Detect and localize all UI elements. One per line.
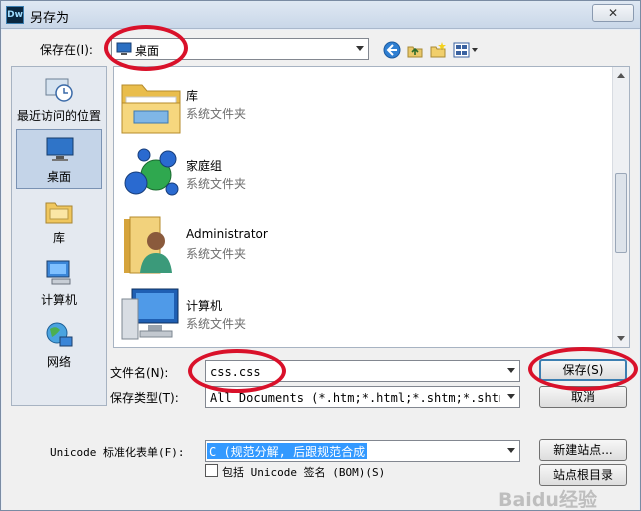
view-menu-icon[interactable]: [453, 41, 481, 59]
file-type: 系统文件夹: [186, 107, 247, 121]
list-item[interactable]: 家庭组 系统文件夹: [118, 141, 604, 211]
scroll-down-icon[interactable]: [617, 336, 625, 341]
bom-checkbox[interactable]: [205, 464, 218, 477]
desktop-icon: [46, 137, 74, 161]
place-network-label: 网络: [46, 355, 71, 369]
filetype-label: 保存类型(T):: [110, 391, 179, 405]
homegroup-icon: [124, 148, 179, 196]
file-type: 系统文件夹: [186, 177, 247, 191]
file-name: 家庭组: [186, 159, 223, 173]
scroll-up-icon[interactable]: [617, 73, 625, 78]
file-type: 系统文件夹: [186, 247, 247, 261]
annotation-circle-save: [528, 347, 638, 391]
places-bar: 最近访问的位置 桌面 库 计算机 网络: [11, 66, 107, 406]
save-as-dialog: Dw 另存为 ✕ 保存在(I): 桌面 最近访问的位置 桌面 库 计算机 网络 …: [0, 0, 641, 511]
library-folder-icon: [121, 84, 181, 134]
library-icon: [45, 202, 73, 224]
recent-places-icon: [45, 78, 73, 102]
place-network[interactable]: 网络: [16, 315, 102, 375]
new-site-button[interactable]: 新建站点...: [539, 439, 627, 461]
file-name: 库: [186, 89, 199, 103]
place-recent[interactable]: 最近访问的位置: [16, 69, 102, 129]
chevron-down-icon: [507, 448, 515, 453]
unicode-dropdown[interactable]: C (规范分解, 后跟规范合成): [205, 440, 520, 462]
window-title: 另存为: [30, 11, 70, 26]
watermark: Baidu经验: [498, 489, 597, 511]
computer-icon: [121, 288, 179, 340]
file-list: 库 系统文件夹 家庭组 系统文件夹 Administrator 系统文件夹 计算…: [113, 66, 630, 348]
unicode-label: Unicode 标准化表单(F):: [50, 446, 185, 459]
save-in-label: 保存在(I):: [40, 43, 93, 57]
file-name: Administrator: [186, 227, 268, 241]
place-desktop-label: 桌面: [46, 170, 71, 184]
computer-icon: [46, 260, 71, 285]
close-button[interactable]: ✕: [592, 4, 634, 22]
user-folder-icon: [124, 216, 172, 274]
list-item[interactable]: 计算机 系统文件夹: [118, 281, 604, 347]
chevron-down-icon: [507, 394, 515, 399]
dreamweaver-app-icon: Dw: [6, 6, 24, 24]
filetype-value: All Documents (*.htm;*.html;*.shtm;*.sht…: [210, 391, 500, 405]
network-icon: [46, 322, 73, 347]
vertical-scrollbar[interactable]: [612, 67, 629, 347]
up-folder-icon[interactable]: [406, 41, 424, 59]
dialog-body: 保存在(I): 桌面 最近访问的位置 桌面 库 计算机 网络 库 系统文件夹 家…: [2, 25, 639, 511]
file-type: 系统文件夹: [186, 317, 247, 331]
annotation-circle-filename: [188, 349, 286, 393]
new-folder-icon[interactable]: [429, 41, 447, 59]
place-recent-label: 最近访问的位置: [16, 109, 101, 123]
back-icon[interactable]: [383, 41, 401, 59]
annotation-circle-location: [104, 25, 188, 71]
file-name: 计算机: [186, 299, 223, 313]
scroll-thumb[interactable]: [615, 173, 627, 253]
unicode-value: C (规范分解, 后跟规范合成): [207, 443, 367, 459]
chevron-down-icon: [507, 368, 515, 373]
title-bar: Dw 另存为 ✕: [1, 1, 640, 29]
list-item[interactable]: 库 系统文件夹: [118, 71, 604, 141]
chevron-down-icon: [356, 46, 364, 51]
filename-label: 文件名(N):: [110, 366, 169, 380]
place-computer[interactable]: 计算机: [16, 253, 102, 313]
place-desktop[interactable]: 桌面: [16, 129, 102, 189]
bom-checkbox-label: 包括 Unicode 签名 (BOM)(S): [222, 466, 386, 479]
place-computer-label: 计算机: [40, 293, 77, 307]
site-root-button[interactable]: 站点根目录: [539, 464, 627, 486]
list-item[interactable]: Administrator 系统文件夹: [118, 211, 604, 281]
place-library-label: 库: [52, 231, 65, 245]
place-library[interactable]: 库: [16, 191, 102, 251]
